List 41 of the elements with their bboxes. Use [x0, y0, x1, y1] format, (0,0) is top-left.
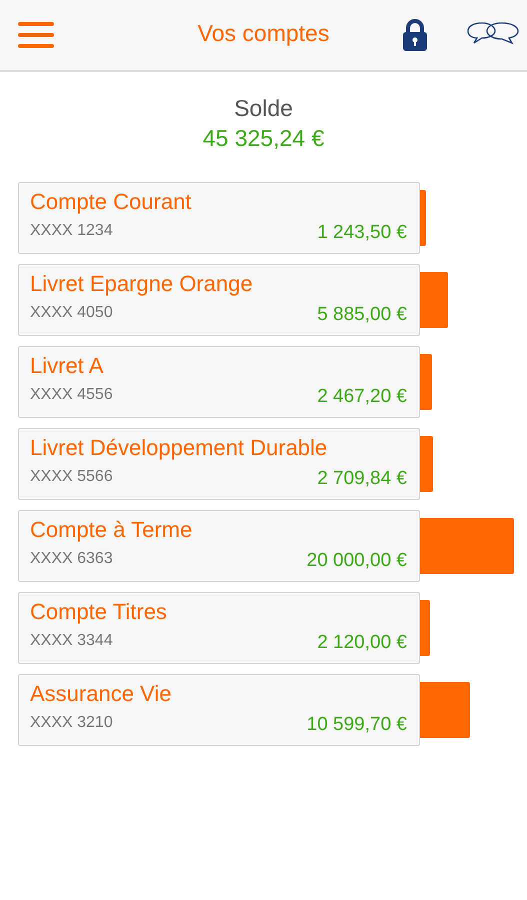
account-card[interactable]: Livret Développement Durable XXXX 5566 2 709,84 € — [18, 428, 420, 500]
account-card[interactable]: Compte Titres XXXX 3344 2 120,00 € — [18, 592, 420, 664]
account-number: XXXX 4556 — [30, 386, 113, 405]
balance-bar — [420, 682, 470, 738]
account-number: XXXX 6363 — [30, 550, 113, 569]
account-card[interactable]: Assurance Vie XXXX 3210 10 599,70 € — [18, 674, 420, 746]
account-name: Compte Courant — [30, 189, 192, 215]
account-balance: 2 709,84 € — [317, 468, 407, 490]
balance-bar — [420, 436, 433, 492]
lock-button[interactable] — [402, 19, 428, 51]
account-card[interactable]: Livret A XXXX 4556 2 467,20 € — [18, 346, 420, 418]
padlock-icon — [402, 19, 428, 51]
account-number: XXXX 3344 — [30, 632, 113, 651]
page-title: Vos comptes — [198, 20, 330, 46]
account-number: XXXX 1234 — [30, 222, 113, 241]
account-balance: 5 885,00 € — [317, 304, 407, 326]
balance-bar — [420, 190, 426, 246]
balance-bar — [420, 354, 432, 410]
account-name: Livret Epargne Orange — [30, 271, 254, 297]
balance-bar — [420, 272, 448, 328]
account-name: Compte Titres — [30, 599, 168, 625]
account-card[interactable]: Compte à Terme XXXX 6363 20 000,00 € — [18, 510, 420, 582]
account-balance: 2 120,00 € — [317, 632, 407, 654]
account-name: Livret Développement Durable — [30, 435, 328, 461]
account-balance: 2 467,20 € — [317, 386, 407, 408]
account-card[interactable]: Livret Epargne Orange XXXX 4050 5 885,00 € — [18, 264, 420, 336]
account-name: Livret A — [30, 353, 104, 379]
balance-amount: 45 325,24 € — [202, 125, 324, 152]
account-number: XXXX 5566 — [30, 468, 113, 487]
balance-label: Solde — [234, 95, 293, 122]
account-name: Assurance Vie — [30, 681, 172, 707]
account-number: XXXX 4050 — [30, 304, 113, 323]
account-balance: 1 243,50 € — [317, 222, 407, 244]
account-name: Compte à Terme — [30, 517, 194, 543]
account-balance: 10 599,70 € — [306, 714, 407, 736]
balance-bar — [420, 600, 430, 656]
account-number: XXXX 3210 — [30, 714, 113, 733]
account-balance: 20 000,00 € — [306, 550, 407, 572]
menu-button[interactable] — [18, 20, 54, 50]
menu-icon — [18, 20, 54, 50]
account-card[interactable]: Compte Courant XXXX 1234 1 243,50 € — [18, 182, 420, 254]
